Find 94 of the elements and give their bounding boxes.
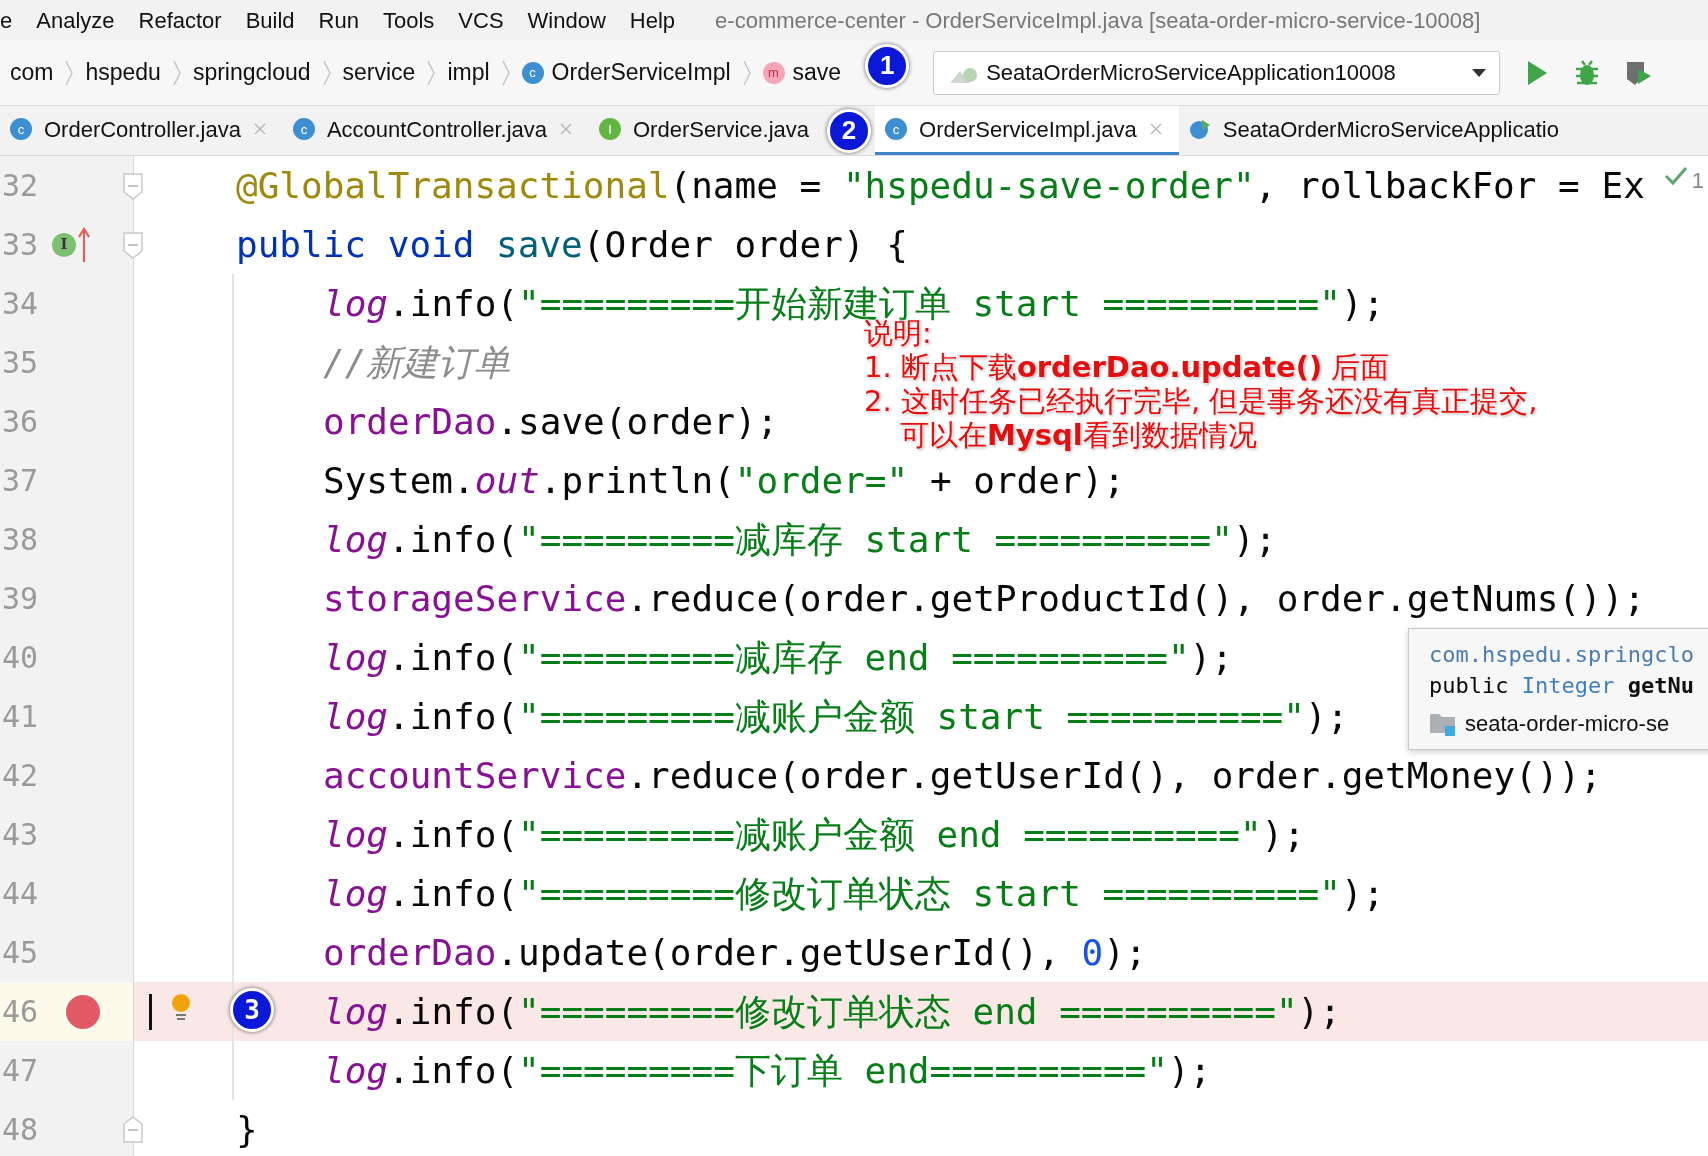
editor-tab[interactable]: I OrderService.java: [589, 106, 826, 155]
code-line: log.info("=========修改订单状态 start ==========");: [323, 875, 1385, 912]
breadcrumb-item[interactable]: com: [10, 55, 54, 90]
line-number: 43: [1, 816, 40, 854]
window-title: e-commerce-center - OrderServiceImpl.java [seata-order-micro-service-10008]: [715, 6, 1481, 35]
line-number: 45: [1, 934, 40, 972]
breadcrumb-item[interactable]: hspedu: [85, 55, 161, 90]
code-line: log.info("=========减库存 end ==========");: [323, 639, 1233, 676]
breadcrumb-item[interactable]: OrderServiceImpl: [551, 55, 731, 90]
line-number: 40: [1, 639, 40, 677]
checkmark-icon[interactable]: [1663, 164, 1688, 188]
chevron-icon: [172, 58, 181, 87]
debug-bug-icon[interactable]: [1574, 58, 1601, 87]
step-badge: 3: [230, 988, 274, 1032]
menu-item[interactable]: Help: [629, 3, 700, 37]
breadcrumb-item[interactable]: impl: [447, 55, 490, 90]
code-line: log.info("=========减库存 start ==========");: [323, 521, 1277, 558]
close-icon[interactable]: [1148, 122, 1163, 136]
code-comment: //新建订单: [323, 344, 511, 381]
menu-item[interactable]: Refactor: [138, 3, 246, 37]
close-icon[interactable]: [559, 122, 573, 136]
breadcrumb-item[interactable]: save: [792, 55, 842, 90]
line-number: 46: [1, 993, 40, 1031]
menu-item[interactable]: Window: [527, 3, 630, 37]
line-number: 42: [1, 757, 40, 795]
line-number: 35: [1, 344, 40, 382]
fold-end-icon[interactable]: [122, 1116, 144, 1144]
annotation-note: 可以在Mysql看到数据情况: [899, 418, 1258, 452]
up-arrow-icon[interactable]: [78, 226, 90, 263]
code-line: log.info("=========减账户金额 start ==========");: [323, 698, 1349, 735]
fold-start-icon[interactable]: [122, 231, 144, 259]
code-line: System.out.println("order=" + order);: [323, 462, 1125, 499]
inspection-count: 1: [1691, 167, 1704, 195]
code-line: storageService.reduce(order.getProductId(), order.getNums());: [323, 580, 1646, 617]
menu-item[interactable]: e: [0, 3, 37, 37]
menu-item[interactable]: Build: [245, 3, 319, 37]
close-icon[interactable]: [252, 122, 267, 136]
code-line: orderDao.save(order);: [323, 403, 779, 440]
code-line: log.info("=========减账户金额 end ==========");: [323, 816, 1305, 853]
editor-tab[interactable]: SeataOrderMicroServiceApplicatio: [1178, 106, 1575, 155]
app-class-icon: [1188, 118, 1211, 140]
popup-code-line: com.hspedu.springclo: [1429, 641, 1695, 669]
code-line: log.info("=========修改订单状态 end ==========");: [323, 993, 1341, 1030]
line-number: 36: [1, 403, 40, 441]
chevron-icon: [427, 58, 436, 87]
code-line: log.info("=========下订单 end==========");: [323, 1052, 1212, 1089]
step-badge: 1: [865, 43, 910, 88]
line-number: 37: [1, 462, 40, 500]
interface-icon: I: [599, 118, 621, 140]
line-number: 39: [1, 580, 40, 618]
annotation-note: 1. 断点下载orderDao.update() 后面: [864, 350, 1391, 384]
line-number: 32: [1, 167, 40, 205]
editor-tab[interactable]: c OrderController.java: [0, 106, 283, 155]
module-name: seata-order-micro-se: [1465, 710, 1670, 738]
chevron-icon: [65, 58, 74, 87]
run-icon[interactable]: [1526, 59, 1549, 86]
line-number: 34: [1, 285, 40, 323]
line-number: 44: [1, 875, 40, 913]
lightbulb-icon[interactable]: [170, 992, 192, 1022]
method-icon: m: [762, 61, 785, 84]
class-icon: c: [292, 118, 315, 140]
code-line: @GlobalTransactional(name = "hspedu-save-order", rollbackFor = Ex: [236, 167, 1645, 204]
text-cursor: [149, 994, 152, 1030]
line-number: 41: [1, 698, 40, 736]
class-icon: c: [10, 118, 32, 140]
editor-tab[interactable]: c AccountController.java: [282, 106, 589, 155]
fold-start-icon[interactable]: [122, 172, 144, 200]
line-number: 38: [1, 521, 40, 559]
menu-item[interactable]: Tools: [382, 3, 459, 37]
dropdown-caret-icon: [1471, 67, 1488, 78]
code-line: public void save(Order order) {: [236, 226, 908, 263]
menu-item[interactable]: Analyze: [36, 3, 139, 37]
annotation-note: 2. 这时任务已经执行完毕, 但是事务还没有真正提交,: [864, 384, 1538, 418]
step-badge: 2: [827, 108, 872, 153]
line-number: 48: [1, 1111, 40, 1149]
breadcrumb-item[interactable]: springcloud: [192, 55, 311, 90]
line-number: 47: [1, 1052, 40, 1090]
code-line: }: [236, 1111, 258, 1148]
line-number: 33: [1, 226, 40, 264]
breakpoint-icon[interactable]: [66, 994, 100, 1029]
code-line: orderDao.update(order.getUserId(), 0);: [323, 934, 1147, 971]
code-line: accountService.reduce(order.getUserId(), order.getMoney());: [323, 757, 1602, 794]
chevron-icon: [322, 58, 331, 87]
implements-icon[interactable]: I: [52, 232, 76, 257]
chevron-icon: [742, 58, 751, 87]
editor-tab[interactable]: c OrderServiceImpl.java: [875, 106, 1179, 155]
class-icon: c: [521, 61, 544, 84]
chevron-icon: [501, 58, 510, 87]
popup-code-line: public Integer getNu: [1429, 672, 1695, 700]
menu-item[interactable]: VCS: [458, 3, 528, 37]
menu-item[interactable]: Run: [318, 3, 383, 37]
class-icon: c: [885, 118, 908, 140]
run-configuration-dropdown[interactable]: SeataOrderMicroServiceApplication10008: [933, 50, 1501, 95]
breadcrumb-item[interactable]: service: [342, 55, 416, 90]
